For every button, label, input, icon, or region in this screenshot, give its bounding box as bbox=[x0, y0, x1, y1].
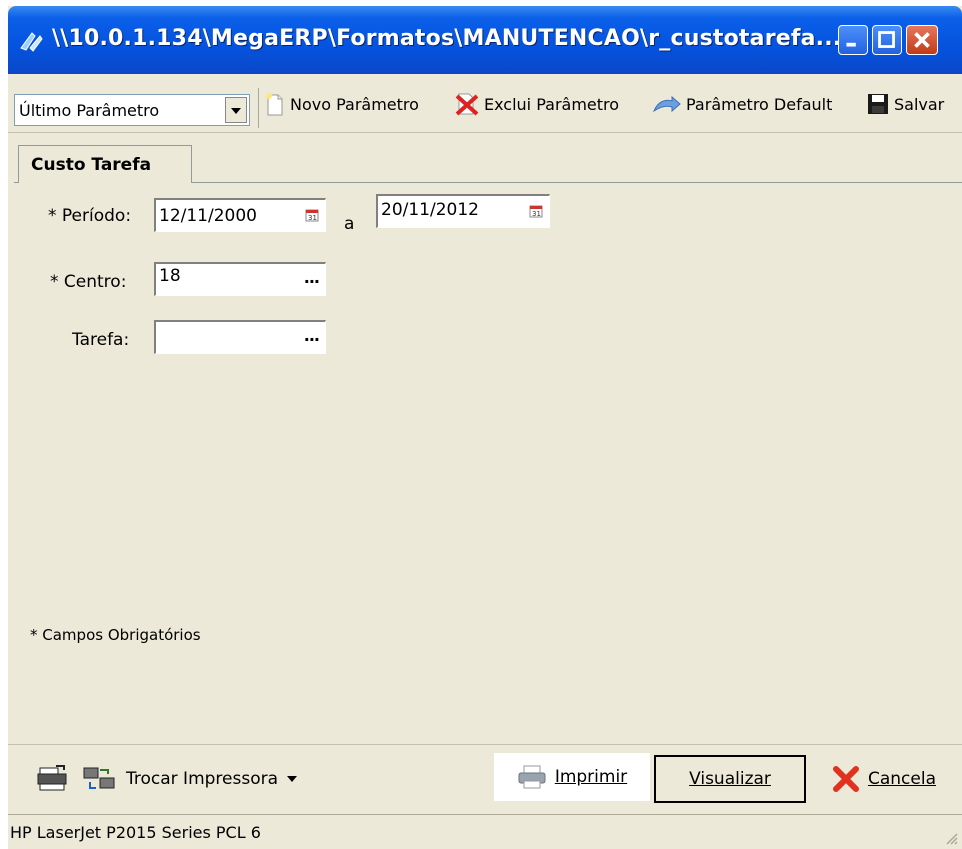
status-bar: HP LaserJet P2015 Series PCL 6 bbox=[8, 814, 962, 849]
centro-lookup-button[interactable]: ... bbox=[304, 268, 320, 287]
cancela-button[interactable]: Cancela bbox=[820, 755, 948, 803]
visualizar-label: Visualizar bbox=[689, 769, 771, 789]
toolbar: Último Parâmetro Novo Parâmetro Exclui P… bbox=[8, 74, 962, 133]
periodo-from-field[interactable]: 12/11/2000 31 bbox=[154, 198, 326, 232]
parametro-default-button[interactable]: Parâmetro Default bbox=[652, 88, 832, 120]
periodo-from-value: 12/11/2000 bbox=[159, 206, 257, 226]
salvar-label: Salvar bbox=[894, 94, 945, 114]
parameter-combo-value: Último Parâmetro bbox=[19, 101, 160, 120]
maximize-icon bbox=[878, 31, 895, 48]
new-document-icon bbox=[266, 93, 283, 116]
parametro-default-label: Parâmetro Default bbox=[686, 94, 833, 114]
printer-status: HP LaserJet P2015 Series PCL 6 bbox=[10, 823, 261, 842]
periodo-to-field[interactable]: 20/11/2012 31 bbox=[376, 194, 550, 228]
trocar-impressora-button[interactable]: Trocar Impressora bbox=[82, 755, 344, 803]
centro-value: 18 bbox=[159, 266, 181, 286]
calendar-icon[interactable]: 31 bbox=[305, 208, 319, 222]
periodo-to-value: 20/11/2012 bbox=[381, 200, 479, 220]
default-arrow-icon bbox=[652, 95, 681, 113]
centro-label: * Centro: bbox=[50, 272, 127, 292]
app-icon bbox=[20, 32, 43, 52]
svg-text:31: 31 bbox=[532, 210, 541, 218]
periodo-separator: a bbox=[344, 214, 355, 234]
tarefa-label: Tarefa: bbox=[72, 330, 130, 350]
save-icon bbox=[868, 94, 888, 114]
exclui-parametro-button[interactable]: Exclui Parâmetro bbox=[454, 88, 619, 120]
cancela-label: Cancela bbox=[867, 769, 936, 789]
tab-custo-tarefa[interactable]: Custo Tarefa bbox=[18, 145, 192, 183]
printer-icon bbox=[518, 765, 546, 789]
novo-parametro-button[interactable]: Novo Parâmetro bbox=[264, 88, 419, 120]
required-fields-note: * Campos Obrigatórios bbox=[30, 626, 201, 644]
title-bar[interactable]: \\10.0.1.134\MegaERP\Formatos\MANUTENCAO… bbox=[8, 6, 962, 74]
periodo-label: * Período: bbox=[48, 206, 132, 226]
delete-icon bbox=[455, 93, 479, 116]
maximize-button[interactable] bbox=[872, 25, 902, 55]
trocar-impressora-label: Trocar Impressora bbox=[126, 769, 279, 789]
imprimir-label: Imprimir bbox=[554, 767, 628, 787]
chevron-down-icon[interactable] bbox=[225, 97, 247, 123]
salvar-button[interactable]: Salvar bbox=[866, 88, 944, 120]
swap-printer-icon bbox=[83, 767, 115, 789]
cancel-x-icon bbox=[832, 766, 859, 792]
tarefa-field[interactable]: ... bbox=[154, 320, 326, 354]
app-window: \\10.0.1.134\MegaERP\Formatos\MANUTENCAO… bbox=[8, 6, 962, 849]
imprimir-button[interactable]: Imprimir bbox=[494, 753, 650, 801]
close-icon bbox=[914, 32, 930, 48]
calendar-icon[interactable]: 31 bbox=[529, 204, 543, 218]
svg-text:31: 31 bbox=[308, 214, 317, 222]
resize-grip-icon[interactable] bbox=[944, 831, 958, 845]
toolbar-separator bbox=[258, 88, 259, 128]
bottom-bar: Trocar Impressora Imprimir Visualizar Ca… bbox=[8, 744, 962, 813]
centro-field[interactable]: 18 ... bbox=[154, 262, 326, 296]
printer-settings-button[interactable] bbox=[34, 755, 70, 803]
minimize-icon bbox=[846, 42, 856, 47]
exclui-parametro-label: Exclui Parâmetro bbox=[484, 94, 620, 114]
parameter-combo[interactable]: Último Parâmetro bbox=[14, 94, 250, 126]
window-title: \\10.0.1.134\MegaERP\Formatos\MANUTENCAO… bbox=[52, 26, 842, 51]
novo-parametro-label: Novo Parâmetro bbox=[290, 94, 419, 114]
minimize-button[interactable] bbox=[838, 25, 868, 55]
chevron-down-icon bbox=[287, 776, 298, 782]
printer-settings-icon bbox=[37, 765, 67, 791]
tarefa-lookup-button[interactable]: ... bbox=[304, 326, 320, 345]
visualizar-button[interactable]: Visualizar bbox=[654, 755, 806, 803]
close-button[interactable] bbox=[906, 25, 938, 55]
